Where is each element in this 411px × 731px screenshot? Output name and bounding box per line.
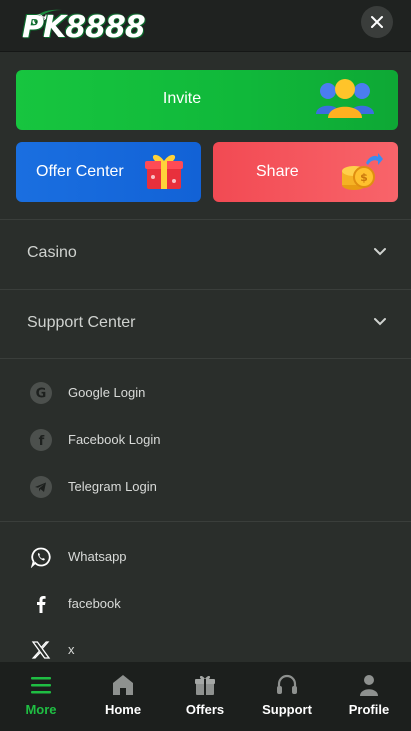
facebook-icon (37, 596, 46, 613)
support-center-label: Support Center (27, 314, 136, 331)
x-label: x (68, 642, 75, 657)
casino-label: Casino (27, 244, 77, 261)
nav-home-label: Home (104, 702, 142, 717)
svg-text:$: $ (360, 171, 368, 184)
logo-text: PK8888 (22, 10, 146, 45)
share-button[interactable]: Share $ (213, 142, 398, 202)
facebook-icon: f (30, 429, 52, 451)
facebook-label: facebook (68, 596, 121, 611)
brand-logo[interactable]: PK8888 (22, 6, 162, 46)
svg-text:f: f (39, 434, 45, 449)
google-login-label: Google Login (68, 385, 146, 400)
support-center-section[interactable]: Support Center (0, 290, 411, 358)
nav-offers-label: Offers (185, 702, 225, 717)
whatsapp-item[interactable]: Whatsapp (0, 538, 411, 578)
divider (0, 358, 411, 359)
x-item[interactable]: x (0, 631, 411, 662)
users-icon (316, 79, 374, 118)
facebook-item[interactable]: facebook (0, 585, 411, 625)
share-label: Share (256, 163, 299, 180)
offer-center-label: Offer Center (36, 163, 124, 180)
chevron-down-icon (374, 248, 386, 256)
svg-text:G: G (36, 387, 47, 402)
google-icon: G (30, 382, 52, 404)
close-button[interactable] (361, 6, 393, 38)
coins-share-icon: $ (342, 153, 383, 190)
menu-content: Invite Offer Center Share $ Casino Suppo… (0, 53, 411, 662)
x-icon (31, 641, 51, 659)
nav-profile[interactable]: Profile (328, 662, 410, 731)
headset-icon (277, 674, 297, 694)
nav-home[interactable]: Home (82, 662, 164, 731)
facebook-login-item[interactable]: f Facebook Login (0, 421, 411, 461)
whatsapp-icon (30, 547, 51, 568)
nav-more-label: More (25, 702, 57, 717)
telegram-login-item[interactable]: Telegram Login (0, 468, 411, 508)
divider (0, 521, 411, 522)
nav-more[interactable]: More (0, 662, 82, 731)
nav-support[interactable]: Support (246, 662, 328, 731)
chevron-down-icon (374, 318, 386, 326)
facebook-login-label: Facebook Login (68, 432, 161, 447)
menu-icon (31, 677, 51, 694)
nav-support-label: Support (262, 702, 312, 717)
menu-drawer: PK8888 Invite Offer Center Share $ Casin… (0, 0, 411, 731)
nav-offers[interactable]: Offers (164, 662, 246, 731)
offer-center-button[interactable]: Offer Center (16, 142, 201, 202)
invite-label: Invite (162, 90, 202, 107)
telegram-login-label: Telegram Login (68, 479, 157, 494)
gift-icon (195, 675, 215, 695)
home-icon (113, 675, 133, 695)
close-icon (371, 16, 383, 28)
casino-section[interactable]: Casino (0, 220, 411, 288)
bottom-nav: More Home Offers Support Profile (0, 662, 411, 731)
invite-button[interactable]: Invite (16, 70, 398, 130)
whatsapp-label: Whatsapp (68, 549, 127, 564)
user-icon (360, 675, 378, 696)
gift-box-icon (145, 154, 183, 189)
header: PK8888 (0, 0, 411, 52)
telegram-icon (30, 476, 52, 498)
nav-profile-label: Profile (348, 702, 390, 717)
google-login-item[interactable]: G Google Login (0, 374, 411, 414)
